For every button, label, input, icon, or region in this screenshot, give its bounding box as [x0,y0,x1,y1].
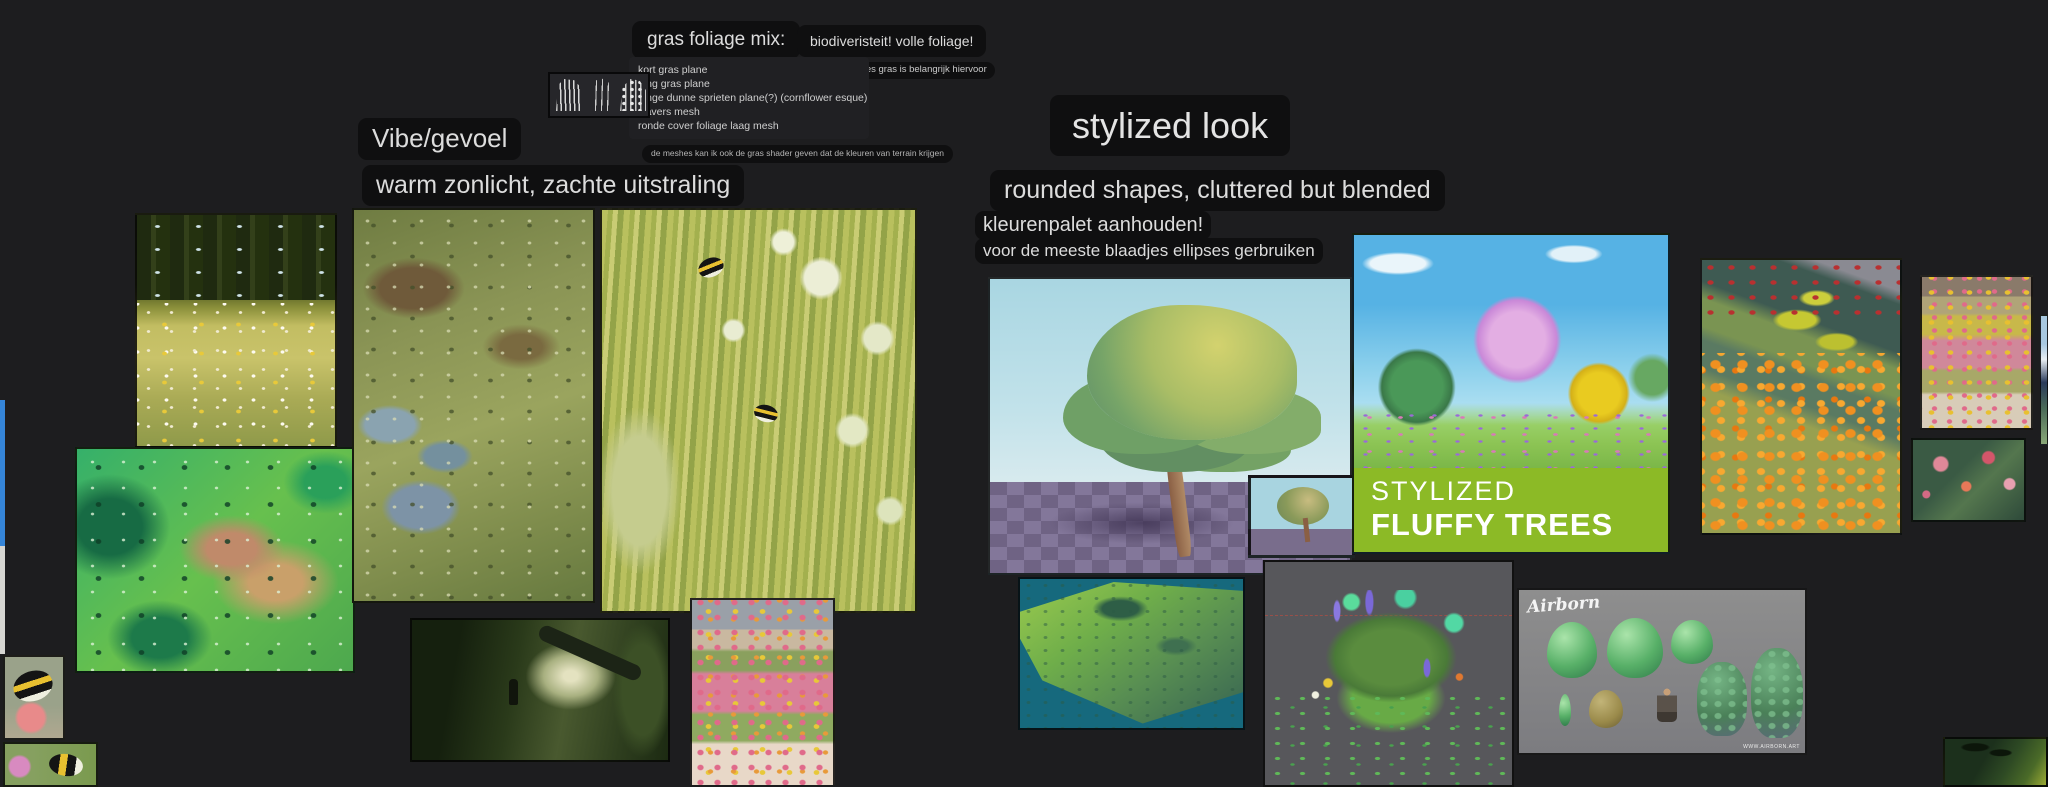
image-bush-viewport-render[interactable] [1263,560,1514,787]
image-grass-brush-thumbnails[interactable] [548,72,650,118]
meadow-treeline-texture [137,215,335,300]
fluffy-trees-banner: STYLIZED FLUFFY TREES [1354,468,1668,552]
note-gras-foliage-mix[interactable]: gras foliage mix: [632,21,800,59]
poppy-flower-texture [1702,353,1900,533]
note-vibe-gevoel[interactable]: Vibe/gevoel [358,118,521,160]
heart-leaf-figure [1671,620,1713,664]
note-kleurenpalet[interactable]: kleurenpalet aanhouden! [975,211,1211,240]
image-pink-flowers-painting[interactable] [1911,438,2026,522]
tree-canopy-figure [1087,305,1297,440]
foliage-speckle-texture [354,210,593,601]
image-foliage-painting[interactable] [352,208,595,603]
grass-list-item: lange dunne sprieten plane(?) (cornflowe… [638,91,860,105]
note-grass-list[interactable]: kort gras plane lang gras plane lange du… [629,57,869,139]
image-bee-photo[interactable] [3,742,98,787]
heart-leaf-figure [1547,622,1597,678]
image-meadow-painting[interactable] [135,213,337,448]
bumblebee-figure [48,752,85,779]
airborn-logo: Airborn [1526,592,1600,617]
grass-list-item: lang gras plane [638,77,860,91]
grass-list-item: kort gras plane [638,63,860,77]
image-terrain-render[interactable] [1018,577,1245,730]
image-poppies-painting[interactable] [1700,258,1902,535]
red-flower-texture [1702,260,1900,320]
image-fluffy-trees-promo[interactable]: STYLIZED FLUFFY TREES [1352,233,1670,554]
note-stylized-look[interactable]: stylized look [1050,95,1290,156]
fluffy-flower-texture [1354,409,1668,472]
fallen-trunk-figure [536,624,643,683]
bushes-speckle-texture [77,449,353,671]
airborn-url-label: WWW.AIRBORN.ART [1743,744,1800,750]
grass-list-item: ronde cover foliage laag mesh [638,119,860,133]
meadow-flower-texture [137,303,335,446]
tree-shadow [1048,502,1235,543]
leaf-texture [1697,662,1747,736]
grass-list-item: klavers mesh [638,105,860,119]
note-de-meshes[interactable]: de meshes kan ik ook de gras shader geve… [642,145,953,163]
explorer-figure [509,679,518,705]
note-rounded-shapes[interactable]: rounded shapes, cluttered but blended [990,170,1445,211]
garden-small-flower-texture [1922,277,2031,428]
bumblebee-figure [752,402,779,424]
bumblebee-figure [695,254,726,281]
leafy-rock-figure [1697,662,1747,736]
leafy-rock-figure [1751,648,1803,738]
moodboard-canvas[interactable]: gras foliage mix: biodiveristeit! volle … [0,0,2048,787]
image-airborn-leaf-sheet[interactable]: Airborn WWW.AIRBORN.ART [1517,588,1807,755]
banner-line-1: STYLIZED [1371,475,1668,507]
small-leaf-figure [1559,694,1571,726]
banner-line-2: FLUFFY TREES [1371,507,1668,543]
image-flower-garden-painting[interactable] [690,598,835,787]
grass-tuft-long [590,78,612,111]
image-edge-strip-blue[interactable] [0,400,5,546]
image-garden-small-painting[interactable] [1920,275,2033,430]
image-right-edge-partial[interactable] [2040,315,2048,445]
image-jungle-scene[interactable] [410,618,670,762]
image-bees-grass-painting[interactable] [600,208,917,613]
image-ghibli-bushes-painting[interactable] [75,447,355,673]
leaf-texture [1751,648,1803,738]
heart-leaf-figure [1607,618,1663,678]
note-warm-zonlicht[interactable]: warm zonlicht, zachte uitstraling [362,165,744,206]
character-figure [1657,688,1677,722]
note-biodiversiteit[interactable]: biodiveristeit! volle foliage! [797,25,986,57]
grass-tuft-clover [620,79,646,111]
dry-leaf-figure [1589,690,1623,728]
garden-flower-texture [692,600,833,785]
image-bee-photo[interactable] [3,655,65,740]
terrain-speckle-texture [1020,579,1243,728]
image-edge-strip-white[interactable] [0,546,5,654]
bumblebee-figure [9,666,56,707]
image-stylized-tree-thumbnail[interactable] [1248,475,1355,558]
leaf-scatter-texture [1265,691,1512,785]
grass-tuft-short [556,79,582,111]
note-voor-de-meeste[interactable]: voor de meeste blaadjes ellipses gerbrui… [975,238,1323,264]
image-corner-jungle-partial[interactable] [1943,737,2048,787]
